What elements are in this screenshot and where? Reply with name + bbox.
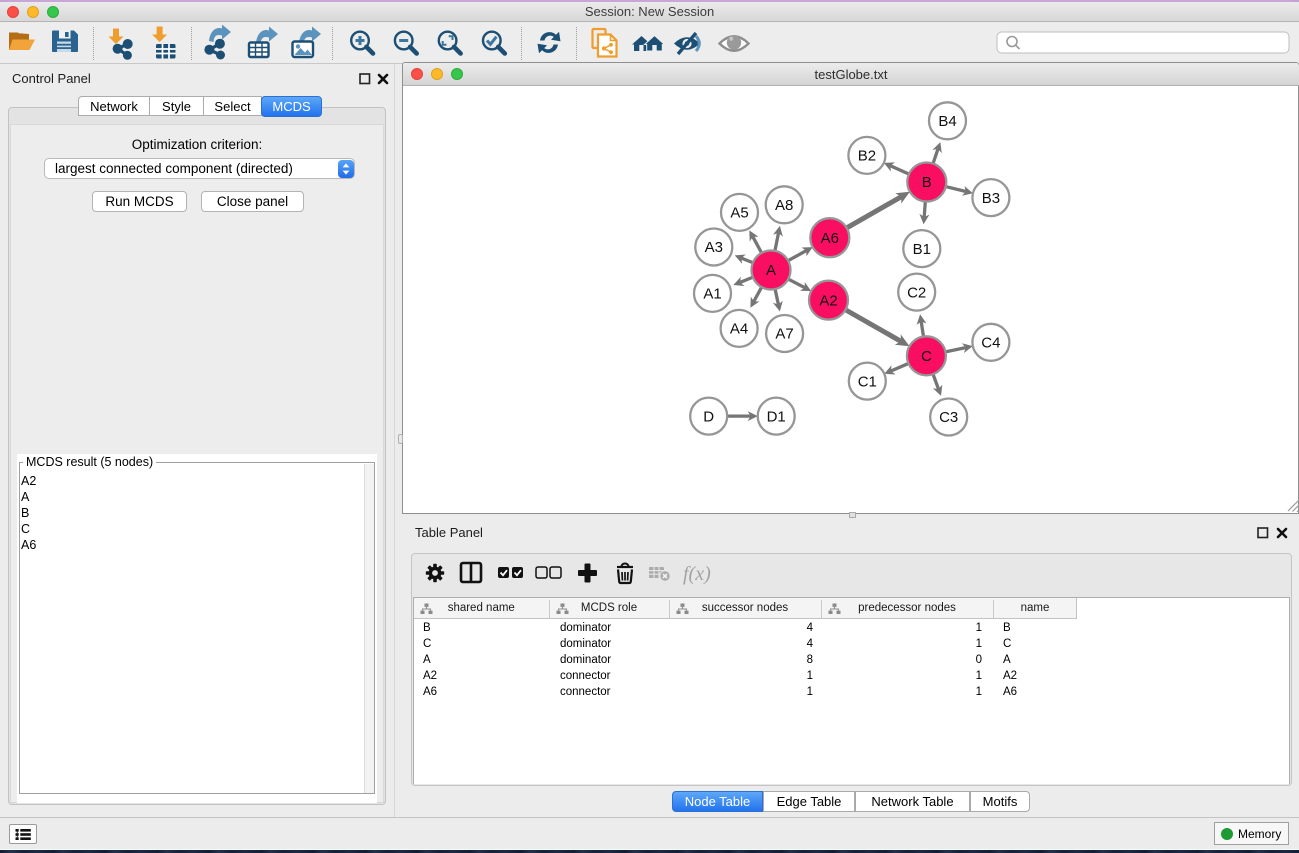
svg-text:A6: A6 xyxy=(821,230,839,247)
svg-text:C4: C4 xyxy=(981,335,1000,352)
svg-text:A1: A1 xyxy=(703,286,721,303)
svg-text:C3: C3 xyxy=(939,409,958,426)
svg-text:B1: B1 xyxy=(913,241,931,258)
svg-text:A5: A5 xyxy=(730,205,748,222)
svg-text:C: C xyxy=(921,348,932,365)
svg-text:B3: B3 xyxy=(982,190,1000,207)
svg-text:A8: A8 xyxy=(775,197,793,214)
svg-text:A2: A2 xyxy=(819,292,837,309)
svg-text:A: A xyxy=(766,262,776,279)
svg-text:A3: A3 xyxy=(705,239,723,256)
svg-text:A4: A4 xyxy=(730,321,748,338)
svg-text:B4: B4 xyxy=(938,113,956,130)
svg-text:B2: B2 xyxy=(858,148,876,165)
svg-text:B: B xyxy=(922,174,932,191)
svg-text:f(x): f(x) xyxy=(683,563,711,585)
svg-text:A7: A7 xyxy=(775,326,793,343)
svg-text:C2: C2 xyxy=(907,284,926,301)
svg-text:C1: C1 xyxy=(858,373,877,390)
svg-text:D: D xyxy=(703,408,714,425)
svg-text:D1: D1 xyxy=(767,408,786,425)
